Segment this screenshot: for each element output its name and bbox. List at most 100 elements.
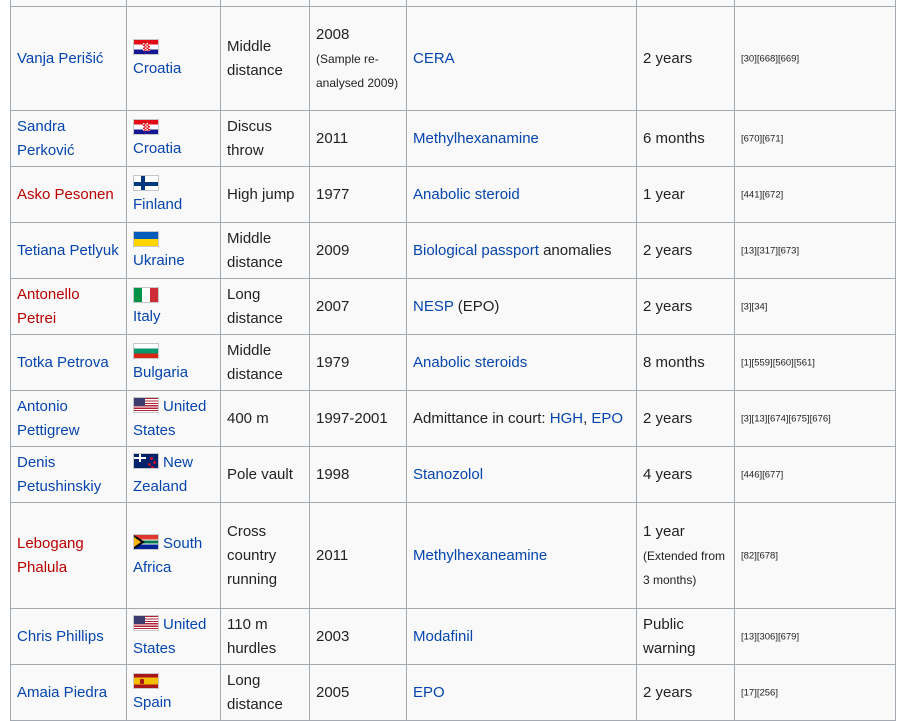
event-cell: Pole vault	[220, 446, 310, 503]
bulgaria-flag	[133, 342, 159, 359]
substance-cell: Methylhexaneamine	[406, 502, 637, 609]
substance-link[interactable]: Biological passport	[413, 242, 539, 259]
country-link[interactable]: Croatia	[133, 138, 214, 160]
athlete-link[interactable]: Chris Phillips	[17, 628, 104, 645]
table-row: Tetiana Petlyuk Ukraine Middle distance …	[10, 222, 896, 279]
year-text: 2011	[316, 129, 349, 147]
substance-cell: EPO	[406, 664, 637, 721]
athlete-link[interactable]: Antonio Pettigrew	[17, 398, 80, 439]
athlete-cell: Asko Pesonen	[10, 166, 127, 223]
athlete-link[interactable]: Totka Petrova	[17, 354, 109, 371]
event-text: distance	[227, 309, 283, 327]
substance-link[interactable]: Methylhexanamine	[413, 130, 539, 147]
event-text: Cross	[227, 522, 267, 540]
athlete-cell: Totka Petrova	[10, 334, 127, 391]
country-link[interactable]: Croatia	[133, 58, 214, 80]
event-text: distance	[227, 253, 283, 271]
references: [3][34]	[741, 301, 768, 313]
table-row: Denis Petushinskiy New Zealand Pole vaul…	[10, 446, 896, 503]
ban-text: 1 year	[643, 522, 685, 540]
new-zealand-flag	[133, 452, 159, 469]
ban-cell: 2 years	[636, 222, 735, 279]
south-africa-flag	[133, 533, 159, 550]
substance-cell: NESP (EPO)	[406, 278, 637, 335]
united-states-flag	[133, 614, 159, 631]
references-cell: [13][306][679]	[734, 608, 896, 665]
references-cell: [30][668][669]	[734, 6, 896, 111]
italy-flag	[133, 286, 159, 303]
country-link[interactable]: Bulgaria	[133, 362, 214, 384]
substance-link[interactable]: Methylhexaneamine	[413, 547, 547, 564]
references: [670][671]	[741, 133, 784, 145]
spain-flag	[133, 672, 159, 689]
year-cell: 2011	[309, 502, 407, 609]
table-row: Chris Phillips United States 110 m hurdl…	[10, 608, 896, 665]
references: [17][256]	[741, 687, 778, 699]
substance-cell: Anabolic steroids	[406, 334, 637, 391]
country-link[interactable]: Italy	[133, 306, 214, 328]
substance-cell: Stanozolol	[406, 446, 637, 503]
event-text: 110 m	[227, 615, 268, 633]
year-text: 2007	[316, 297, 350, 315]
country-cell: Bulgaria	[126, 334, 221, 391]
ban-cell: 4 years	[636, 446, 735, 503]
substance-cell: Modafinil	[406, 608, 637, 665]
year-cell: 2005	[309, 664, 407, 721]
athlete-cell: Denis Petushinskiy	[10, 446, 127, 503]
ban-text: Public warning	[643, 615, 696, 657]
athlete-link[interactable]: Amaia Piedra	[17, 684, 107, 701]
table-row: Lebogang Phalula South Africa Cross coun…	[10, 502, 896, 609]
athlete-link[interactable]: Asko Pesonen	[17, 186, 114, 203]
ban-cell: 1 year	[636, 166, 735, 223]
substance-link[interactable]: EPO	[591, 410, 623, 427]
ban-text: 6 months	[643, 129, 705, 147]
athlete-link[interactable]: Antonello Petrei	[17, 286, 80, 327]
table-row: Sandra Perković Croatia Discus throw 201…	[10, 110, 896, 167]
event-text: distance	[227, 61, 283, 79]
substance-cell: Biological passport anomalies	[406, 222, 637, 279]
event-text: High jump	[227, 185, 295, 203]
ban-text: 4 years	[643, 465, 693, 483]
ban-cell: 2 years	[636, 6, 735, 111]
table-row: Vanja Perišić Croatia Middle distance 20…	[10, 6, 896, 111]
references-cell: [3][34]	[734, 278, 896, 335]
table-row: Amaia Piedra Spain Long distance 2005 EP…	[10, 664, 896, 721]
country-link[interactable]: Ukraine	[133, 250, 214, 272]
country-cell: Finland	[126, 166, 221, 223]
athlete-link[interactable]: Sandra Perković	[17, 118, 75, 159]
substance-link[interactable]: HGH	[550, 410, 583, 427]
table-row: Asko Pesonen Finland High jump 1977 Anab…	[10, 166, 896, 223]
substance-link[interactable]: NESP	[413, 298, 454, 315]
references: [446][677]	[741, 469, 784, 481]
event-cell: Discus throw	[220, 110, 310, 167]
year-cell: 1997-2001	[309, 390, 407, 447]
event-cell: 400 m	[220, 390, 310, 447]
athlete-cell: Antonello Petrei	[10, 278, 127, 335]
event-text: country	[227, 546, 277, 564]
substance-link[interactable]: Stanozolol	[413, 466, 483, 483]
substance-link[interactable]: EPO	[413, 684, 445, 701]
country-cell: South Africa	[126, 502, 221, 609]
athlete-link[interactable]: Lebogang Phalula	[17, 535, 84, 576]
references: [3][13][674][675][676]	[741, 413, 831, 425]
doping-cases-table: Vanja Perišić Croatia Middle distance 20…	[10, 0, 896, 721]
substance-link[interactable]: Anabolic steroids	[413, 354, 527, 371]
ban-text: 1 year	[643, 185, 685, 203]
country-link[interactable]: Finland	[133, 194, 214, 216]
athlete-link[interactable]: Denis Petushinskiy	[17, 454, 101, 495]
references: [13][317][673]	[741, 245, 800, 257]
table-row: Antonio Pettigrew United States 400 m 19…	[10, 390, 896, 447]
substance-link[interactable]: Modafinil	[413, 628, 473, 645]
country-link[interactable]: Spain	[133, 692, 214, 714]
substance-link[interactable]: Anabolic steroid	[413, 186, 520, 203]
references-cell: [446][677]	[734, 446, 896, 503]
ban-cell: 8 months	[636, 334, 735, 391]
athlete-link[interactable]: Vanja Perišić	[17, 50, 103, 67]
country-cell: Croatia	[126, 110, 221, 167]
event-text: throw	[227, 141, 264, 159]
substance-link[interactable]: CERA	[413, 50, 455, 67]
country-cell: Ukraine	[126, 222, 221, 279]
ban-text: 2 years	[643, 683, 693, 701]
athlete-link[interactable]: Tetiana Petlyuk	[17, 242, 119, 259]
references-cell: [13][317][673]	[734, 222, 896, 279]
